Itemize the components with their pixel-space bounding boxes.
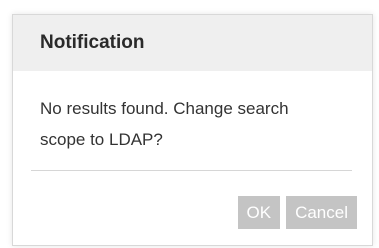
dialog-body: No results found. Change search scope to… (13, 71, 372, 170)
dialog-title: Notification (40, 32, 145, 53)
dialog-divider (31, 170, 352, 171)
notification-dialog: Notification No results found. Change se… (12, 14, 373, 246)
dialog-footer: OK Cancel (237, 196, 357, 229)
page: Notification No results found. Change se… (0, 0, 379, 248)
cancel-button[interactable]: Cancel (286, 196, 357, 229)
dialog-message: No results found. Change search scope to… (40, 99, 289, 149)
dialog-header: Notification (13, 15, 372, 71)
ok-button[interactable]: OK (237, 196, 281, 229)
